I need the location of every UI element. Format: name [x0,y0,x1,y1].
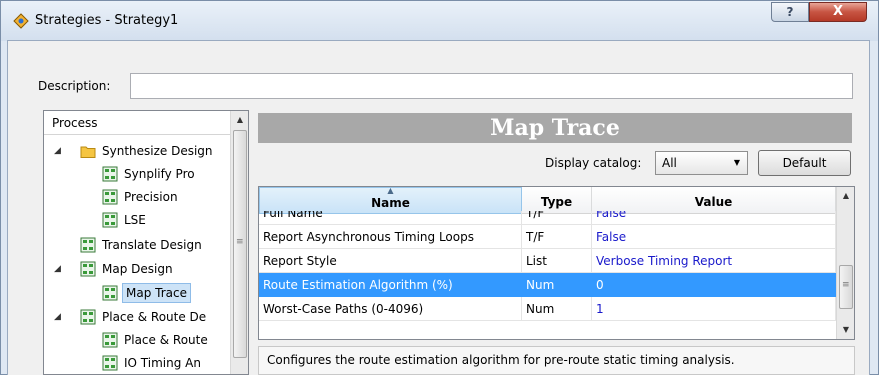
tree-item-label: Translate Design [102,238,202,252]
table-row[interactable]: Report Asynchronous Timing Loops T/F Fal… [259,225,836,249]
title-bar[interactable]: Strategies - Strategy1 ? X [1,1,878,41]
tree-item-label: Place & Route [124,333,208,347]
display-catalog-select[interactable]: All ▼ [655,151,748,175]
description-input[interactable] [130,73,853,99]
tree-item-synplify-pro[interactable]: Synplify Pro [44,164,230,184]
tree-item-label: Map Design [102,262,173,276]
help-button[interactable]: ? [771,2,809,22]
tree-item-label: LSE [124,213,146,227]
expand-arrow-icon[interactable]: ◢ [54,141,64,161]
tree-item-lse[interactable]: LSE [44,210,230,230]
row-value[interactable]: False [592,225,836,249]
tree-item-label: Map Trace [122,283,191,303]
tree-item-label: Synplify Pro [124,167,195,181]
folder-icon [80,146,96,158]
process-tree[interactable]: Process ◢ Synthesize Design Synplify Pro… [43,110,249,375]
expand-arrow-icon[interactable]: ◢ [54,307,64,327]
grid-header: ▲ Name Type Value [259,187,836,214]
process-icon [102,166,118,182]
scroll-grip-icon: ≡ [842,280,850,290]
column-header-value[interactable]: Value [592,187,836,214]
expand-arrow-icon[interactable]: ◢ [54,259,64,279]
row-name: Full Name [259,211,522,225]
tree-item-synthesize-design[interactable]: ◢ Synthesize Design [44,141,230,161]
row-type: Num [522,297,592,321]
tree-scrollbar[interactable]: ▲ ≡ [230,111,248,374]
process-banner-title: Map Trace [258,113,852,143]
scroll-up-icon[interactable]: ▲ [837,187,854,205]
process-icon [80,237,96,253]
scroll-grip-icon: ≡ [236,237,244,247]
row-type: Num [522,273,592,297]
row-name: Route Estimation Algorithm (%) [259,273,522,297]
dropdown-arrow-icon: ▼ [733,158,740,167]
tree-item-label: Precision [124,190,178,204]
process-icon [102,285,118,301]
process-icon [80,261,96,277]
default-button[interactable]: Default [758,150,851,176]
tree-item-translate-design[interactable]: Translate Design [44,235,230,255]
process-icon [102,212,118,228]
display-catalog-label: Display catalog: [545,156,642,170]
row-value[interactable]: 0 [592,273,836,297]
process-icon [102,189,118,205]
display-catalog-value: All [662,156,677,170]
close-button[interactable]: X [809,2,867,22]
process-tree-header: Process [44,111,230,135]
tree-item-place-route[interactable]: Place & Route [44,330,230,350]
row-name: Worst-Case Paths (0-4096) [259,297,522,321]
process-icon [102,332,118,348]
grid-scrollbar[interactable]: ▲ ≡ ▼ [836,187,854,339]
sort-caret-icon: ▲ [387,186,394,195]
tree-item-precision[interactable]: Precision [44,187,230,207]
row-value[interactable]: False [592,211,836,225]
property-help-text: Configures the route estimation algorith… [258,346,855,375]
process-icon [102,355,118,371]
tree-item-label: Synthesize Design [102,144,213,158]
row-name: Report Style [259,249,522,273]
tree-item-map-design[interactable]: ◢ Map Design [44,259,230,279]
scroll-down-icon[interactable]: ▼ [837,321,854,339]
row-type: List [522,249,592,273]
table-row-selected[interactable]: Route Estimation Algorithm (%) Num 0 [259,273,836,297]
table-row[interactable]: Worst-Case Paths (0-4096) Num 1 [259,297,836,321]
row-value[interactable]: 1 [592,297,836,321]
row-type: T/F [522,211,592,225]
properties-grid[interactable]: ▲ Name Type Value Full Name T/F False Re… [258,186,855,340]
tree-item-place-route-design[interactable]: ◢ Place & Route De [44,307,230,327]
scroll-up-icon[interactable]: ▲ [231,111,248,129]
window-title: Strategies - Strategy1 [35,13,179,28]
app-diamond-icon [13,13,29,29]
table-row[interactable]: Report Style List Verbose Timing Report [259,249,836,273]
row-value[interactable]: Verbose Timing Report [592,249,836,273]
process-icon [80,309,96,325]
tree-item-map-trace[interactable]: Map Trace [44,283,230,303]
column-header-name[interactable]: ▲ Name [259,187,522,214]
row-type: T/F [522,225,592,249]
tree-item-io-timing[interactable]: IO Timing An [44,353,230,373]
column-header-type[interactable]: Type [522,187,592,214]
tree-item-label: IO Timing An [124,356,201,370]
tree-item-label: Place & Route De [102,310,207,324]
row-name: Report Asynchronous Timing Loops [259,225,522,249]
description-label: Description: [38,79,111,93]
table-row[interactable]: Full Name T/F False [259,211,836,225]
